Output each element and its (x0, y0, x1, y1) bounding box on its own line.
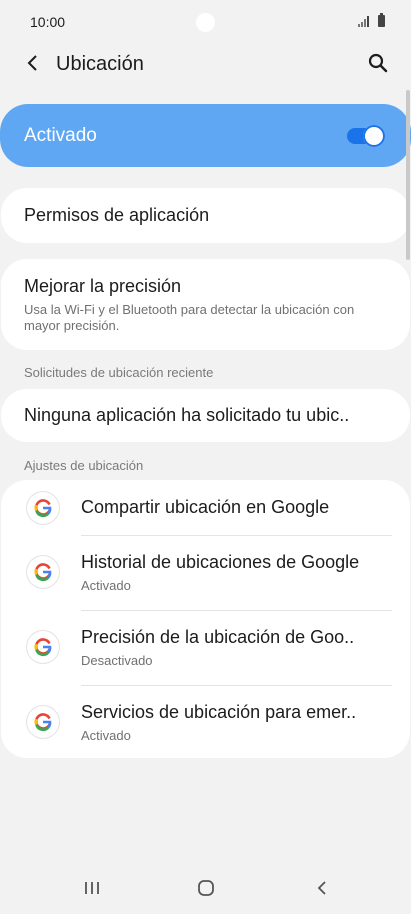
app-permissions-item[interactable]: Permisos de aplicación (1, 188, 410, 243)
page-title: Ubicación (56, 53, 144, 75)
google-icon (27, 631, 59, 663)
google-icon (27, 706, 59, 738)
list-item-title: Servicios de ubicación para emer.. (81, 702, 357, 722)
list-item-status: Desactivado (81, 653, 153, 668)
app-permissions-label: Permisos de aplicación (24, 205, 210, 225)
recent-apps-icon (85, 882, 99, 894)
list-item-location-accuracy[interactable]: Precisión de la ubicación de Goo.. Desac… (1, 611, 410, 685)
recent-requests-header: Solicitudes de ubicación reciente (24, 365, 214, 380)
battery-icon (378, 13, 385, 27)
toggle-thumb (363, 125, 385, 147)
app-bar: Ubicación (0, 44, 411, 84)
google-icon (27, 556, 59, 588)
camera-cutout (196, 13, 215, 32)
list-item-status: Activado (81, 578, 131, 593)
status-bar: 10:00 (0, 0, 411, 44)
list-item-status: Activado (81, 728, 131, 743)
back-nav-icon (317, 881, 326, 895)
location-settings-list: Compartir ubicación en Google Historial … (1, 480, 410, 758)
improve-accuracy-title: Mejorar la precisión (24, 276, 182, 296)
back-nav-button[interactable] (307, 876, 337, 900)
google-icon (27, 492, 59, 524)
recent-requests-label: Ninguna aplicación ha solicitado tu ubic… (24, 405, 350, 425)
chevron-left-icon (27, 55, 37, 71)
improve-accuracy-item[interactable]: Mejorar la precisión Usa la Wi-Fi y el B… (1, 259, 410, 350)
back-button[interactable] (20, 50, 46, 76)
master-switch-label: Activado (24, 125, 97, 146)
system-icons (358, 13, 385, 27)
search-button[interactable] (365, 50, 391, 76)
home-button[interactable] (191, 876, 221, 900)
list-item-share-location[interactable]: Compartir ubicación en Google (1, 480, 410, 536)
location-toggle[interactable] (347, 125, 385, 147)
recent-apps-button[interactable] (77, 876, 107, 900)
status-time: 10:00 (30, 14, 66, 30)
navigation-bar (0, 862, 411, 914)
list-item-title: Precisión de la ubicación de Goo.. (81, 627, 355, 647)
scrollbar[interactable] (406, 90, 410, 260)
home-icon (198, 880, 214, 896)
recent-requests-item[interactable]: Ninguna aplicación ha solicitado tu ubic… (1, 389, 410, 442)
location-settings-header: Ajustes de ubicación (24, 458, 144, 473)
improve-accuracy-description: Usa la Wi-Fi y el Bluetooth para detecta… (24, 302, 355, 333)
list-item-title: Compartir ubicación en Google (81, 497, 330, 517)
list-item-location-history[interactable]: Historial de ubicaciones de Google Activ… (1, 536, 410, 610)
search-icon (368, 53, 388, 73)
list-item-emergency-location[interactable]: Servicios de ubicación para emer.. Activ… (1, 686, 410, 758)
signal-icon (358, 15, 372, 27)
list-item-title: Historial de ubicaciones de Google (81, 552, 360, 572)
location-master-switch[interactable]: Activado (0, 104, 411, 167)
